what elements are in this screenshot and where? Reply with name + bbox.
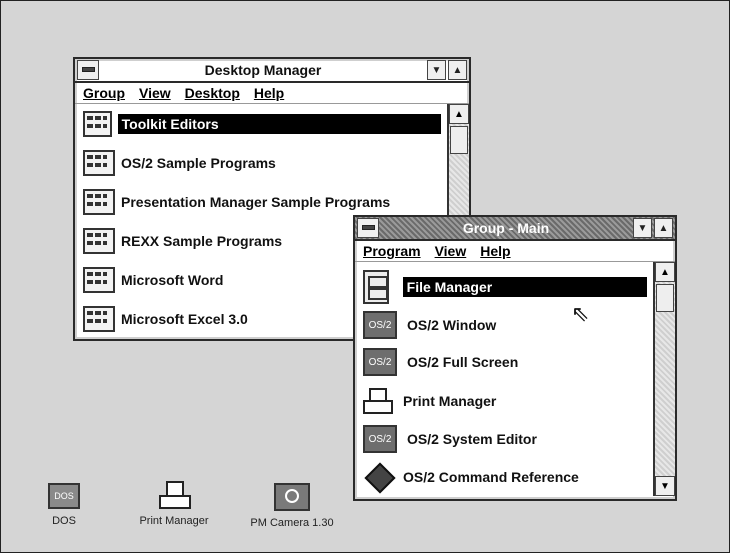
window-title: Desktop Manager <box>204 62 322 78</box>
vertical-scrollbar[interactable]: ▲ ▼ <box>653 262 675 496</box>
mouse-pointer-icon: ⇖ <box>571 301 590 326</box>
group-icon <box>83 150 115 176</box>
list-item[interactable]: OS/2 OS/2 Full Screen <box>363 347 647 377</box>
desktop-icon-dos[interactable]: DOS DOS <box>9 483 119 527</box>
title-bar[interactable]: Group - Main ▼ ▲ <box>355 217 675 241</box>
list-item[interactable]: OS/2 OS/2 System Editor <box>363 424 647 454</box>
os2-fullscreen-icon: OS/2 <box>363 348 397 376</box>
maximize-button[interactable]: ▲ <box>448 60 467 80</box>
menu-help[interactable]: Help <box>254 85 284 101</box>
os2-window-icon: OS/2 <box>363 311 397 339</box>
file-cabinet-icon <box>363 270 389 304</box>
maximize-button[interactable]: ▲ <box>654 218 673 238</box>
list-item[interactable]: Print Manager <box>363 386 647 416</box>
minimize-button[interactable]: ▼ <box>427 60 446 80</box>
printer-icon <box>159 481 191 509</box>
list-item[interactable]: OS/2 Command Reference <box>363 462 647 492</box>
list-item[interactable]: Presentation Manager Sample Programs <box>83 187 441 217</box>
group-icon <box>83 267 115 293</box>
desktop: Desktop Manager ▼ ▲ Group View Desktop H… <box>0 0 730 553</box>
list-item[interactable]: OS/2 OS/2 Window <box>363 310 647 340</box>
group-icon <box>83 306 115 332</box>
menu-desktop[interactable]: Desktop <box>185 85 240 101</box>
scroll-up-button[interactable]: ▲ <box>449 104 469 124</box>
desktop-icon-print-manager[interactable]: Print Manager <box>119 481 229 527</box>
group-icon <box>83 228 115 254</box>
menu-help[interactable]: Help <box>480 243 510 259</box>
scroll-thumb[interactable] <box>450 126 468 154</box>
group-icon <box>83 111 112 137</box>
printer-icon <box>363 388 393 414</box>
minimize-button[interactable]: ▼ <box>633 218 652 238</box>
list-item[interactable]: Toolkit Editors <box>83 109 441 139</box>
scroll-up-button[interactable]: ▲ <box>655 262 675 282</box>
title-bar[interactable]: Desktop Manager ▼ ▲ <box>75 59 469 83</box>
menu-bar: Group View Desktop Help <box>75 83 469 104</box>
dos-icon: DOS <box>48 483 80 509</box>
scroll-down-button[interactable]: ▼ <box>655 476 675 496</box>
system-menu-icon[interactable] <box>357 218 379 238</box>
list-item[interactable]: OS/2 Sample Programs <box>83 148 441 178</box>
editor-icon: OS/2 <box>363 425 397 453</box>
menu-group[interactable]: Group <box>83 85 125 101</box>
list-item[interactable]: File Manager <box>363 270 647 304</box>
window-title: Group - Main <box>462 220 550 236</box>
menu-view[interactable]: View <box>139 85 171 101</box>
group-main-window[interactable]: Group - Main ▼ ▲ Program View Help File … <box>353 215 677 501</box>
menu-program[interactable]: Program <box>363 243 421 259</box>
desktop-icon-pm-camera[interactable]: PM Camera 1.30 <box>237 483 347 529</box>
book-icon <box>363 464 393 490</box>
scroll-thumb[interactable] <box>656 284 674 312</box>
system-menu-icon[interactable] <box>77 60 99 80</box>
camera-icon <box>274 483 310 511</box>
menu-bar: Program View Help <box>355 241 675 262</box>
menu-view[interactable]: View <box>435 243 467 259</box>
group-icon <box>83 189 115 215</box>
program-list: File Manager OS/2 OS/2 Window OS/2 OS/2 … <box>355 262 675 496</box>
